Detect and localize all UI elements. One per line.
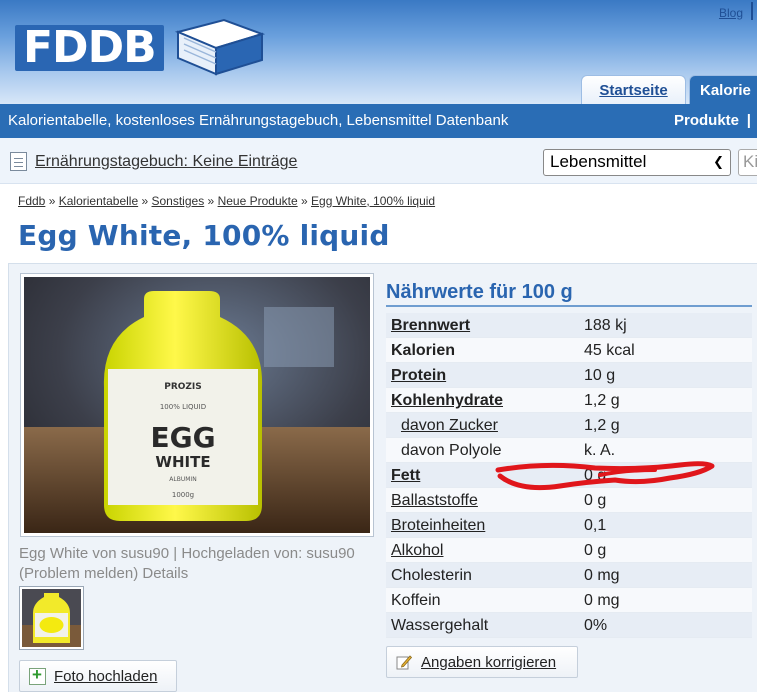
nutrient-label-link[interactable]: Brennwert	[391, 317, 470, 335]
nutrient-value: 0 mg	[584, 567, 620, 584]
nutrient-value: 0%	[584, 617, 608, 634]
nutrition-row-protein: Protein 10 g	[386, 363, 752, 388]
edit-pencil-icon	[396, 655, 412, 670]
bottle-size: 1000g	[172, 491, 194, 499]
bottle-sub: 100% LIQUID	[160, 403, 206, 411]
bottle-word-1: EGG	[150, 421, 215, 454]
nav-separator: |	[746, 112, 751, 129]
breadcrumb-separator: »	[48, 194, 56, 208]
bottle-word-2: WHITE	[155, 453, 210, 471]
nutrient-value: 10 g	[584, 367, 616, 384]
nutrition-row-ballaststoffe: Ballaststoffe 0 g	[386, 488, 752, 513]
nutrient-value: 45 kcal	[584, 342, 635, 359]
correct-data-label: Angaben korrigieren	[421, 654, 557, 671]
nutrient-label: Koffein	[391, 592, 441, 609]
site-tagline: Kalorientabelle, kostenloses Ernährungst…	[8, 112, 509, 129]
breadcrumb: Fddb » Kalorientabelle » Sonstiges » Neu…	[18, 194, 435, 208]
diary-link[interactable]: Ernährungstagebuch: Keine Einträge	[35, 153, 297, 171]
breadcrumb-item-neue-produkte[interactable]: Neue Produkte	[218, 194, 298, 208]
breadcrumb-separator: »	[141, 194, 149, 208]
nav-item-produkte[interactable]: Produkte	[674, 112, 739, 129]
nutrition-row-koffein: Koffein 0 mg	[386, 588, 752, 613]
blog-link[interactable]: Blog	[719, 6, 743, 20]
tab-kalorientabelle[interactable]: Kalorie	[689, 75, 757, 104]
nutrition-heading: Nährwerte für 100 g	[386, 281, 752, 307]
nutrition-row-polyole: davon Polyole k. A.	[386, 438, 752, 463]
nutrition-row-wassergehalt: Wassergehalt 0%	[386, 613, 752, 638]
nutrition-row-kohlenhydrate: Kohlenhydrate 1,2 g	[386, 388, 752, 413]
breadcrumb-item-fddb[interactable]: Fddb	[18, 194, 45, 208]
select-value: Lebensmittel	[550, 152, 647, 171]
breadcrumb-item-kalorientabelle[interactable]: Kalorientabelle	[59, 194, 138, 208]
bottle-albumin: ALBUMIN	[169, 476, 196, 483]
nutrition-row-broteinheiten: Broteinheiten 0,1	[386, 513, 752, 538]
nutrition-row-cholesterin: Cholesterin 0 mg	[386, 563, 752, 588]
thumbnail-image	[22, 589, 81, 647]
nutrient-label: Wassergehalt	[391, 617, 489, 634]
nutrition-row-brennwert: Brennwert 188 kj	[386, 313, 752, 338]
diary-document-icon	[10, 152, 27, 171]
breadcrumb-separator: »	[207, 194, 215, 208]
nutrient-label-link[interactable]: Fett	[391, 467, 420, 485]
nutrient-value: 1,2 g	[584, 392, 620, 409]
nutrient-label: davon Polyole	[401, 442, 502, 459]
nutrient-value: 0 g	[584, 542, 607, 559]
site-header: Blog FDDB Startseite Kalorie	[0, 0, 757, 104]
breadcrumb-item-current[interactable]: Egg White, 100% liquid	[311, 194, 435, 208]
nutrient-value: 0 g	[584, 467, 607, 484]
nutrient-value: 188 kj	[584, 317, 627, 334]
nutrient-label: Kalorien	[391, 342, 456, 359]
search-category-select[interactable]: Lebensmittel ❮	[543, 149, 731, 176]
product-photo[interactable]: PROZIS 100% LIQUID EGG WHITE ALBUMIN 100…	[20, 273, 374, 537]
photo-caption: Egg White von susu90 | Hochgeladen von: …	[19, 545, 355, 582]
main-nav-bar: Kalorientabelle, kostenloses Ernährungst…	[0, 104, 757, 138]
product-photo-image: PROZIS 100% LIQUID EGG WHITE ALBUMIN 100…	[24, 277, 370, 533]
nutrient-label-link[interactable]: Broteinheiten	[391, 517, 485, 535]
book-icon	[174, 18, 265, 76]
logo-text: FDDB	[15, 25, 164, 71]
nutrient-label-link[interactable]: Protein	[391, 367, 446, 385]
add-photo-icon: +	[29, 665, 46, 685]
chevron-down-icon: ❮	[713, 154, 724, 169]
nutrition-row-kalorien: Kalorien 45 kcal	[386, 338, 752, 363]
nutrient-label-link[interactable]: Alkohol	[391, 542, 443, 560]
nutrition-row-alkohol: Alkohol 0 g	[386, 538, 752, 563]
nutrient-value: 0,1	[584, 517, 607, 534]
nutrient-label: Cholesterin	[391, 567, 472, 584]
tab-startseite[interactable]: Startseite	[581, 75, 686, 104]
nutrient-value: k. A.	[584, 442, 616, 459]
correct-data-button[interactable]: Angaben korrigieren	[386, 646, 578, 678]
bottle-brand: PROZIS	[164, 382, 202, 392]
nutrient-label-link[interactable]: davon Zucker	[401, 417, 498, 435]
nutrient-value: 1,2 g	[584, 417, 620, 434]
nutrient-label-link[interactable]: Kohlenhydrate	[391, 392, 503, 410]
nutrient-label-link[interactable]: Ballaststoffe	[391, 492, 478, 510]
breadcrumb-item-sonstiges[interactable]: Sonstiges	[152, 194, 205, 208]
upload-photo-label: Foto hochladen	[54, 668, 158, 685]
nutrition-row-fett: Fett 0 g	[386, 463, 752, 488]
upload-photo-button[interactable]: + Foto hochladen	[19, 660, 177, 692]
page-title: Egg White, 100% liquid	[18, 219, 390, 252]
header-divider	[751, 2, 753, 20]
nutrition-table: Brennwert 188 kj Kalorien 45 kcal Protei…	[386, 313, 752, 638]
breadcrumb-separator: »	[300, 194, 308, 208]
fddb-logo[interactable]: FDDB	[15, 18, 266, 76]
nutrient-value: 0 mg	[584, 592, 620, 609]
search-input[interactable]: Ki	[738, 149, 757, 176]
diary-bar: Ernährungstagebuch: Keine Einträge Leben…	[0, 138, 757, 184]
photo-thumbnail[interactable]	[19, 586, 84, 650]
nutrition-row-zucker: davon Zucker 1,2 g	[386, 413, 752, 438]
nutrient-value: 0 g	[584, 492, 607, 509]
